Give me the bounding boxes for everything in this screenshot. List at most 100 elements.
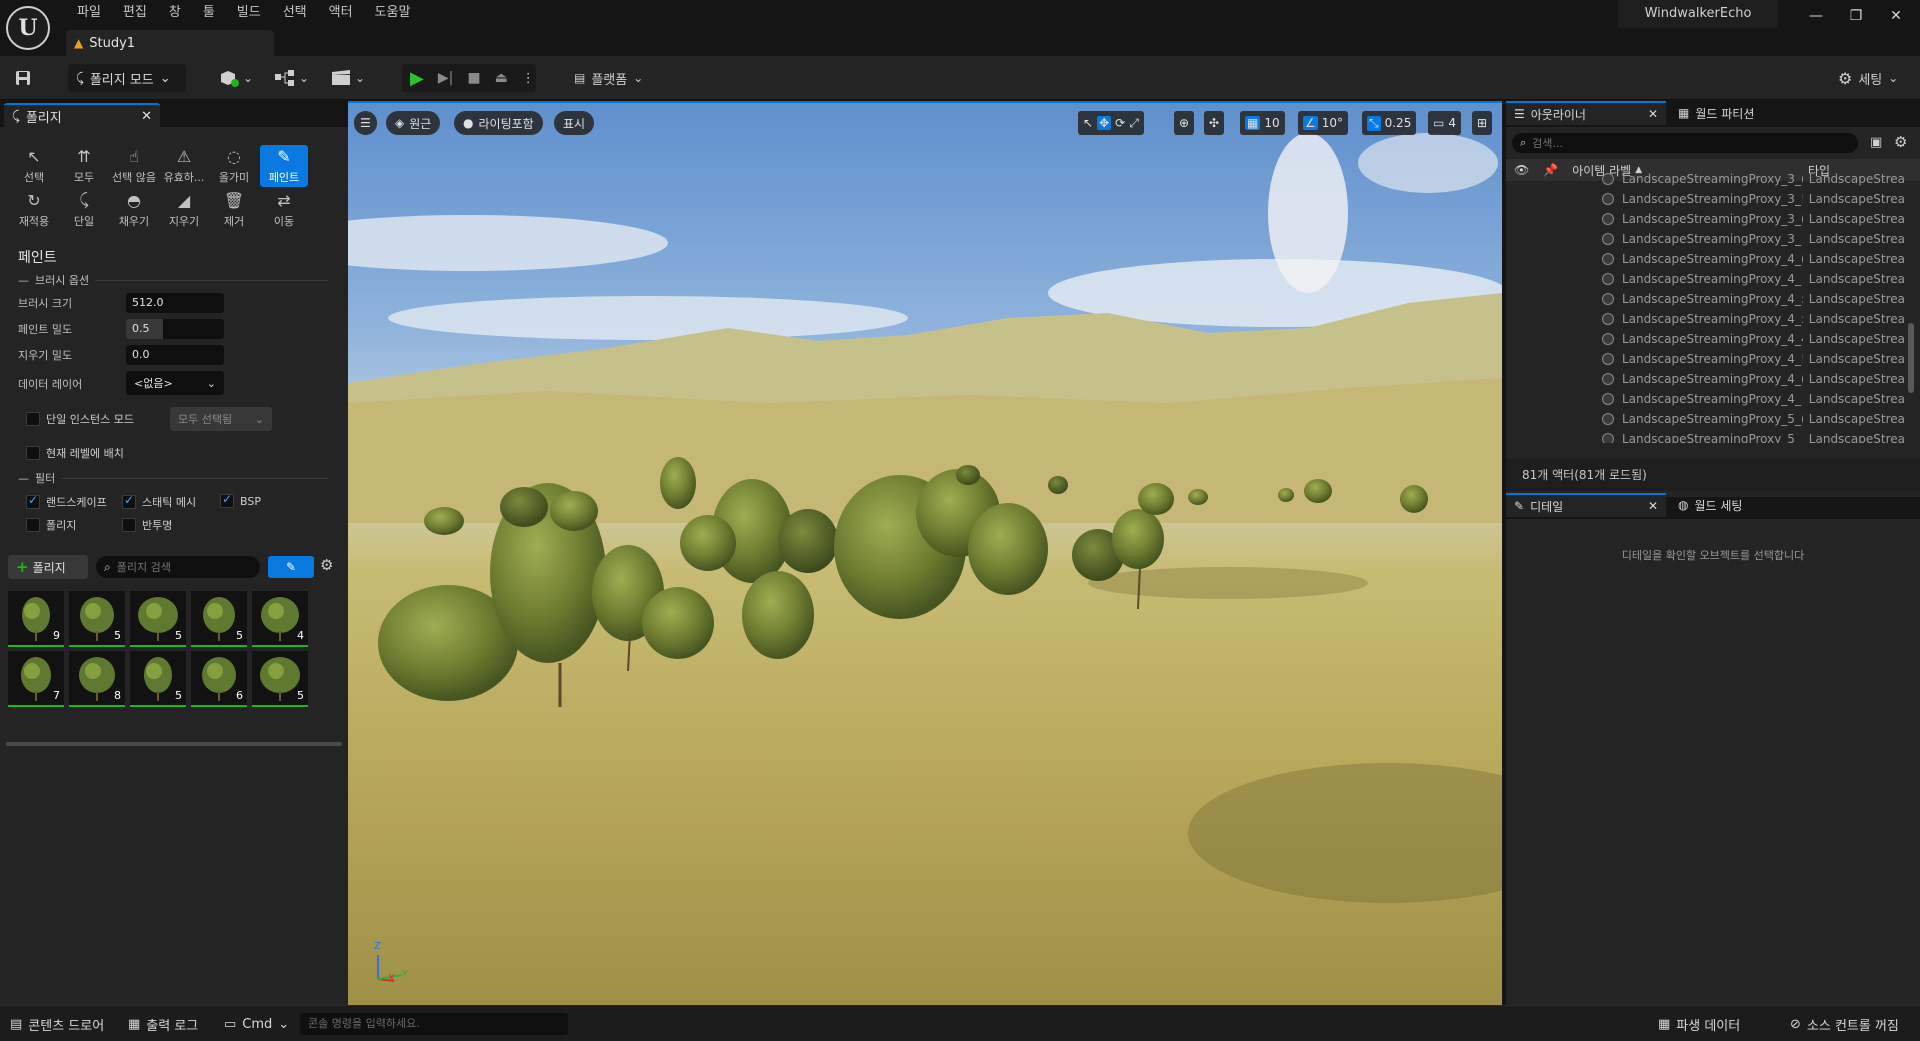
outliner-row[interactable]: LandscapeStreamingProxy_3_! LandscapeStre… (1506, 189, 1906, 209)
world-partition-tab[interactable]: ▦ 월드 파티션 (1670, 101, 1810, 125)
paint-density-field[interactable]: 0.5 (126, 319, 224, 339)
data-layer-dropdown[interactable]: <없음> ⌄ (126, 371, 224, 395)
tool-reapply[interactable]: ↻ 재적용 (10, 189, 58, 231)
camera-speed-button[interactable]: ▭ 4 (1428, 111, 1461, 135)
filter-static-mesh-checkbox[interactable] (122, 493, 136, 509)
outliner-row[interactable]: LandscapeStreamingProxy_5_ LandscapeStrea (1506, 429, 1906, 443)
filter-bsp-checkbox[interactable] (220, 492, 234, 508)
world-settings-tab[interactable]: ◍ 월드 세팅 (1670, 493, 1810, 517)
menu-edit[interactable]: 편집 (112, 2, 158, 24)
filter-translucent[interactable]: 반투명 (122, 517, 172, 533)
scale-snap-button[interactable]: ⤡ 0.25 (1362, 111, 1417, 135)
filter-foliage-checkbox[interactable] (26, 518, 40, 532)
brush-size-field[interactable]: 512.0 (126, 293, 224, 313)
play-icon[interactable]: ▶ (410, 68, 424, 89)
rotation-snap-button[interactable]: ∠ 10° (1298, 111, 1349, 135)
gear-icon[interactable]: ⚙ (320, 556, 333, 574)
select-cursor-icon[interactable]: ↖ (1083, 116, 1093, 130)
outliner-row[interactable]: LandscapeStreamingProxy_4_4 LandscapeStre… (1506, 329, 1906, 349)
tool-move[interactable]: ⇄ 이동 (260, 189, 308, 231)
tool-remove[interactable]: 🗑 제거 (210, 189, 258, 231)
eject-icon[interactable]: ⏏ (495, 70, 508, 86)
scale-icon[interactable]: ⤢ (1129, 116, 1139, 131)
tool-invalid[interactable]: ⚠ 유효하... (160, 145, 208, 187)
stop-icon[interactable]: ■ (467, 70, 480, 86)
tool-lasso[interactable]: ◌ 올가미 (210, 145, 258, 187)
foliage-tab[interactable]: ⤹ 폴리지 ✕ (4, 103, 160, 127)
tool-deselect[interactable]: ☝ 선택 않음 (110, 145, 158, 187)
details-tab[interactable]: ✎ 디테일 ✕ (1506, 493, 1666, 517)
foliage-thumbnail[interactable]: 7 (8, 651, 64, 707)
outliner-row[interactable]: LandscapeStreamingProxy_4_(LandscapeStre… (1506, 249, 1906, 269)
add-actor-icon[interactable]: ⌄ (218, 64, 253, 92)
console-input[interactable]: 콘솔 명령을 입력하세요. (300, 1013, 568, 1035)
output-log-button[interactable]: ▦ 출력 로그 (122, 1012, 204, 1036)
erase-density-field[interactable]: 0.0 (126, 345, 224, 365)
content-drawer-button[interactable]: ▤ 콘텐츠 드로어 (4, 1012, 110, 1036)
advance-frame-icon[interactable]: ▶| (438, 70, 453, 86)
minimize-icon[interactable]: — (1796, 4, 1836, 28)
outliner-row[interactable]: LandscapeStreamingProxy_4_: LandscapeStre… (1506, 289, 1906, 309)
restore-icon[interactable]: ❐ (1836, 4, 1876, 28)
tool-select[interactable]: ↖ 선택 (10, 145, 58, 187)
show-button[interactable]: 표시 (554, 111, 595, 135)
menu-window[interactable]: 창 (158, 2, 192, 24)
menu-select[interactable]: 선택 (272, 2, 318, 24)
foliage-thumbnail[interactable]: 6 (191, 651, 247, 707)
outliner-row[interactable]: LandscapeStreamingProxy_4_: LandscapeStre… (1506, 309, 1906, 329)
outliner-row[interactable]: LandscapeStreamingProxy_4_! LandscapeStre… (1506, 349, 1906, 369)
close-icon[interactable]: ✕ (1876, 4, 1916, 28)
close-tab-icon[interactable]: ✕ (1648, 499, 1658, 513)
perspective-button[interactable]: ◈ 원근 (386, 111, 441, 135)
surface-snap-icon[interactable]: ✣ (1204, 111, 1225, 135)
foliage-thumbnail[interactable]: 5 (130, 591, 186, 647)
foliage-thumbnail[interactable]: 5 (191, 591, 247, 647)
foliage-thumbnail[interactable]: 5 (252, 651, 308, 707)
brush-options-header[interactable]: — 브러시 옵션 (18, 272, 328, 288)
filter-foliage[interactable]: 폴리지 (26, 517, 76, 533)
foliage-thumbnail[interactable]: 5 (69, 591, 125, 647)
single-instance-checkbox[interactable] (26, 412, 40, 426)
viewport-menu-button[interactable]: ☰ (354, 111, 377, 135)
add-folder-icon[interactable]: ▣ (1870, 135, 1882, 150)
filter-translucent-checkbox[interactable] (122, 518, 136, 532)
tool-erase[interactable]: ◢ 지우기 (160, 189, 208, 231)
foliage-thumbnail[interactable]: 8 (69, 651, 125, 707)
close-tab-icon[interactable]: ✕ (141, 109, 152, 124)
foliage-thumbnail[interactable]: 9 (8, 591, 64, 647)
rotate-icon[interactable]: ⟳ (1115, 116, 1125, 130)
filter-landscape-checkbox[interactable] (26, 493, 40, 509)
source-control-button[interactable]: ⊘ 소스 컨트롤 꺼짐 (1784, 1012, 1905, 1036)
lighting-button[interactable]: ● 라이팅포함 (454, 111, 543, 135)
world-local-icon[interactable]: ⊕ (1174, 111, 1195, 135)
add-foliage-button[interactable]: + 폴리지 (8, 555, 88, 579)
outliner-row[interactable]: LandscapeStreamingProxy_4_ LandscapeStrea (1506, 269, 1906, 289)
settings-button[interactable]: ⚙ 세팅 ⌄ (1838, 64, 1898, 92)
layout-icon[interactable]: ⊞ (1472, 111, 1493, 135)
menu-actor[interactable]: 액터 (318, 2, 364, 24)
current-level-checkbox[interactable] (26, 446, 40, 460)
cinematics-icon[interactable]: ⌄ (330, 64, 365, 92)
paint-toggle-icon[interactable]: ✎ (268, 556, 314, 578)
outliner-row[interactable]: LandscapeStreamingProxy_3_(LandscapeStre… (1506, 169, 1906, 189)
filter-header[interactable]: — 필터 (18, 470, 328, 486)
tool-single[interactable]: ⤹ 단일 (60, 189, 108, 231)
outliner-scrollbar[interactable] (1908, 323, 1914, 393)
menu-file[interactable]: 파일 (66, 2, 112, 24)
save-icon[interactable] (14, 64, 32, 92)
filter-landscape[interactable]: 랜드스케이프 (26, 493, 107, 510)
platform-button[interactable]: ▤ 플랫폼 ⌄ (574, 64, 643, 92)
outliner-row[interactable]: LandscapeStreamingProxy_3_(LandscapeStre… (1506, 209, 1906, 229)
gear-icon[interactable]: ⚙ (1894, 133, 1907, 151)
filter-bsp[interactable]: BSP (220, 492, 261, 508)
all-selected-dropdown[interactable]: 모두 선택됨 ⌄ (170, 407, 272, 431)
menu-tools[interactable]: 툴 (192, 2, 226, 24)
derived-data-button[interactable]: ▦ 파생 데이터 (1652, 1012, 1746, 1036)
translate-icon[interactable]: ✥ (1097, 116, 1112, 130)
document-tab[interactable]: ▲ Study1 (66, 30, 274, 56)
outliner-row[interactable]: LandscapeStreamingProxy_4_ LandscapeStrea (1506, 389, 1906, 409)
filter-static-mesh[interactable]: 스태틱 메시 (122, 493, 196, 510)
cmd-dropdown[interactable]: ▭ Cmd ⌄ (218, 1012, 295, 1036)
outliner-row[interactable]: LandscapeStreamingProxy_3_ LandscapeStrea (1506, 229, 1906, 249)
outliner-tab[interactable]: ☰ 아웃라이너 ✕ (1506, 101, 1666, 125)
